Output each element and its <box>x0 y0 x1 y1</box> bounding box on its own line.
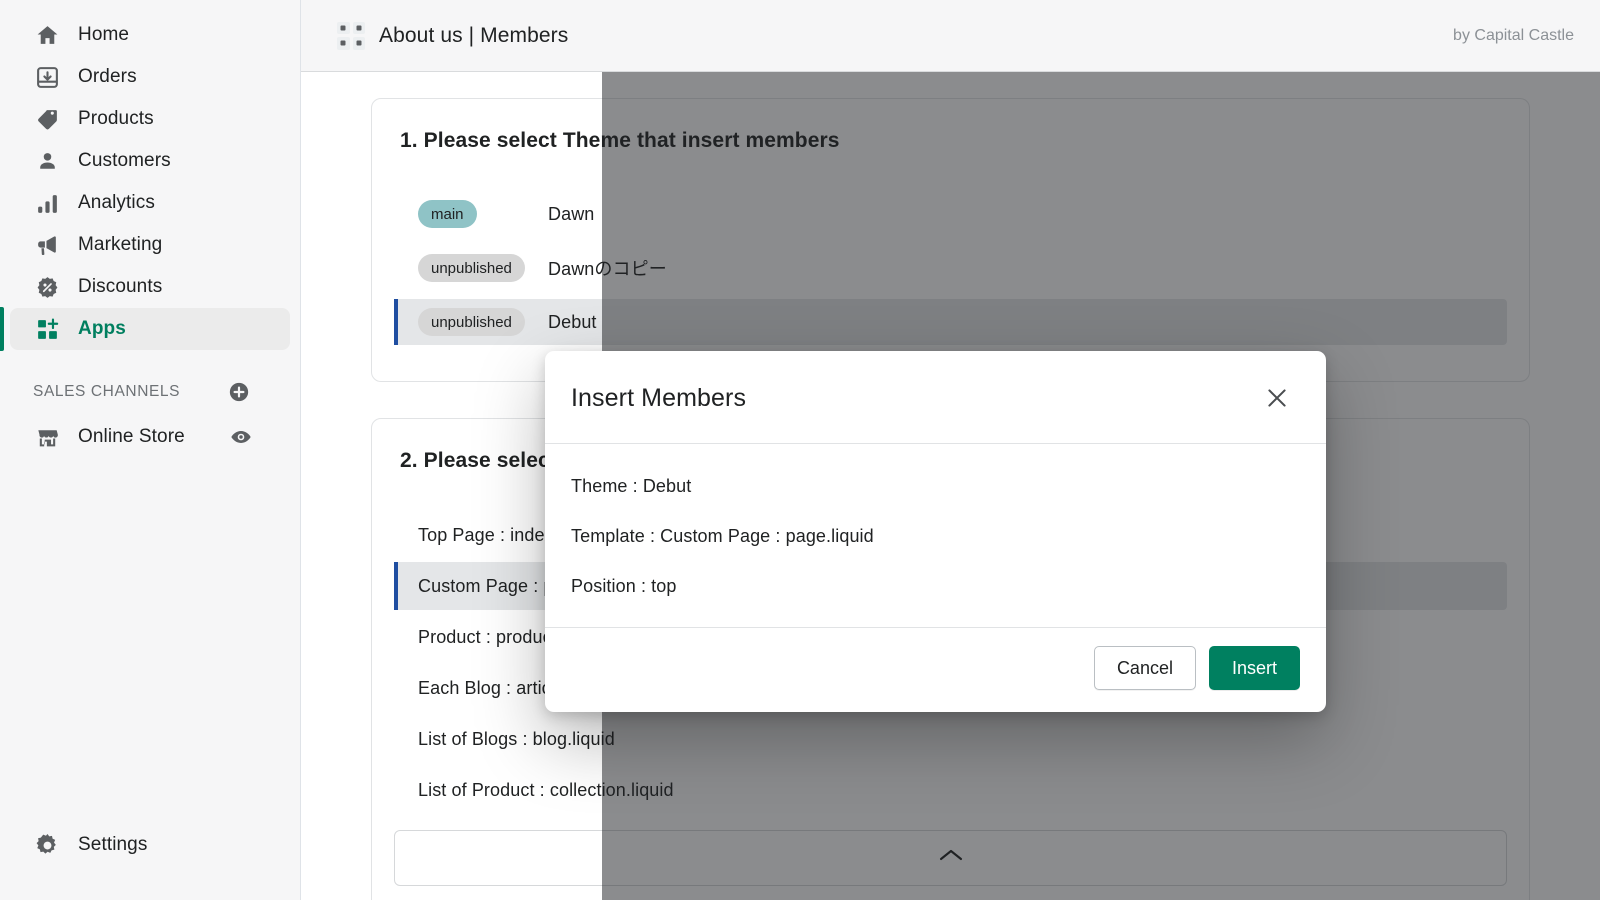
modal-body: Theme : Debut Template : Custom Page : p… <box>545 444 1326 627</box>
customers-person-icon <box>33 147 61 175</box>
analytics-bars-icon <box>33 189 61 217</box>
modal-title: Insert Members <box>571 383 747 412</box>
apps-grid-plus-icon <box>33 315 61 343</box>
cancel-button[interactable]: Cancel <box>1093 646 1196 690</box>
modal-header: Insert Members <box>545 351 1326 444</box>
sidebar-item-label: Discounts <box>78 276 163 297</box>
app-topbar: About us | Members by Capital Castle <box>301 0 1600 72</box>
sidebar-item-analytics[interactable]: Analytics <box>10 182 290 224</box>
sidebar-item-label: Marketing <box>78 234 163 255</box>
modal-footer: Cancel Insert <box>545 627 1326 712</box>
theme-badge-slot: unpublished <box>418 308 548 336</box>
sidebar-item-label: Products <box>78 108 154 129</box>
theme-name: Debut <box>548 311 597 332</box>
theme-badge-slot: main <box>418 200 548 228</box>
insert-button[interactable]: Insert <box>1208 646 1300 690</box>
marketing-megaphone-icon <box>33 231 61 259</box>
sidebar-item-home[interactable]: Home <box>10 14 290 56</box>
sidebar-item-discounts[interactable]: Discounts <box>10 266 290 308</box>
modal-line-template: Template : Custom Page : page.liquid <box>571 526 874 546</box>
sidebar-item-label: Analytics <box>78 192 155 213</box>
sidebar-item-online-store[interactable]: Online Store <box>10 416 290 458</box>
storefront-icon <box>33 423 61 451</box>
home-icon <box>33 21 61 49</box>
sidebar-nav: Home Orders Products Customers Analytics… <box>0 14 300 351</box>
sidebar-item-marketing[interactable]: Marketing <box>10 224 290 266</box>
sidebar-item-label: Home <box>78 24 130 45</box>
plus-circle-icon[interactable] <box>226 379 252 405</box>
status-badge: unpublished <box>418 308 525 336</box>
discounts-percent-icon <box>33 273 61 301</box>
sidebar-item-orders[interactable]: Orders <box>10 56 290 98</box>
sidebar-footer: Settings <box>0 824 300 900</box>
theme-name: Dawn <box>548 203 595 224</box>
gear-icon <box>33 831 61 859</box>
close-x-icon[interactable] <box>1260 381 1294 415</box>
app-author: by Capital Castle <box>1453 26 1574 44</box>
sidebar-item-apps[interactable]: Apps <box>0 307 290 351</box>
sales-channels-title: SALES CHANNELS <box>33 383 181 400</box>
apps-grid-icon <box>337 21 365 50</box>
modal-line-position: Position : top <box>571 576 677 596</box>
orders-icon <box>33 63 61 91</box>
sidebar-item-customers[interactable]: Customers <box>10 140 290 182</box>
theme-badge-slot: unpublished <box>418 254 548 282</box>
sidebar-item-products[interactable]: Products <box>10 98 290 140</box>
sidebar-item-label: Online Store <box>78 426 185 447</box>
template-label: List of Blogs : blog.liquid <box>418 728 615 749</box>
sidebar-item-label: Customers <box>78 150 171 171</box>
page-title: About us | Members <box>379 23 569 47</box>
sidebar-item-label: Orders <box>78 66 137 87</box>
sidebar: Home Orders Products Customers Analytics… <box>0 0 301 900</box>
modal-line-theme: Theme : Debut <box>571 476 692 496</box>
status-badge: unpublished <box>418 254 525 282</box>
eye-icon[interactable] <box>228 424 254 450</box>
sidebar-item-label: Settings <box>78 834 148 855</box>
sidebar-item-label: Apps <box>78 318 126 339</box>
status-badge: main <box>418 200 477 228</box>
app-root: Home Orders Products Customers Analytics… <box>0 0 1600 900</box>
sidebar-item-settings[interactable]: Settings <box>10 824 290 866</box>
insert-members-modal: Insert Members Theme : Debut Template : … <box>545 351 1326 712</box>
products-tag-icon <box>33 105 61 133</box>
sales-channels-header: SALES CHANNELS <box>10 372 290 412</box>
